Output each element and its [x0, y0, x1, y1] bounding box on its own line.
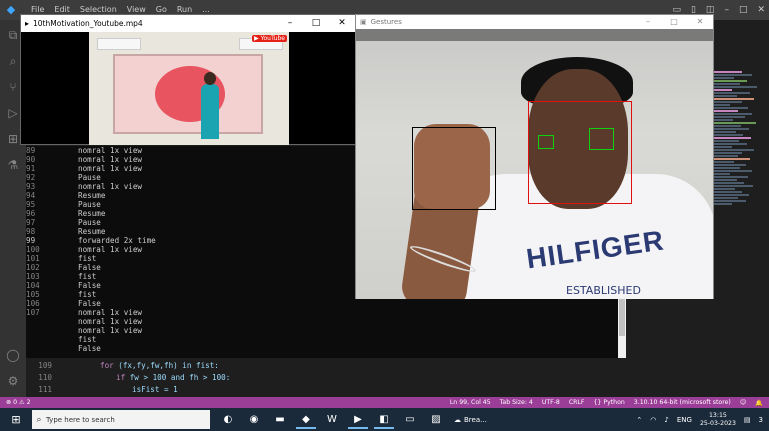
extensions-icon[interactable]: ⊞	[6, 132, 20, 146]
clock[interactable]: 13:15 25-03-2023	[700, 412, 736, 428]
language-mode[interactable]: {} Python	[594, 399, 625, 407]
notification-count: 3	[758, 415, 763, 424]
close-button[interactable]: ✕	[757, 5, 765, 15]
video-maximize-button[interactable]: □	[303, 15, 329, 32]
terminal-icon[interactable]: ▭	[400, 410, 420, 429]
word-icon[interactable]: W	[322, 410, 342, 429]
speaker-figure	[201, 72, 219, 139]
system-tray: ⌃ ◠ ♪ ENG 13:15 25-03-2023 ▤ 3	[636, 412, 763, 428]
video-minimize-button[interactable]: –	[277, 15, 303, 32]
aircon-image	[97, 38, 141, 50]
file-explorer-icon[interactable]: ▬	[270, 410, 290, 429]
weather-widget[interactable]: ☁ Brea...	[454, 416, 487, 424]
tab-size[interactable]: Tab Size: 4	[500, 399, 533, 407]
youtube-badge: ▶ YouTube	[252, 35, 287, 42]
stage-banner	[113, 54, 263, 134]
search-placeholder: Type here to search	[46, 415, 115, 424]
weather-icon: ☁	[454, 415, 461, 424]
terminal-row: nomral 1x view	[78, 317, 143, 326]
gestures-maximize-button[interactable]: □	[661, 15, 687, 29]
language-indicator[interactable]: ENG	[677, 416, 692, 424]
video-frame[interactable]: ▶ YouTube	[89, 32, 289, 145]
taskbar-apps: ◐ ◉ ▬ ◆ W ▶ ◧ ▭ ▨	[218, 410, 446, 429]
weather-text: Brea...	[464, 415, 487, 424]
python-icon[interactable]: ◧	[374, 410, 394, 429]
face-detection-box	[528, 101, 632, 204]
video-titlebar[interactable]: ▸ 10thMotivation_Youtube.mp4 – □ ✕	[21, 15, 355, 32]
vscode-icon[interactable]: ◆	[296, 410, 316, 429]
notification-center-icon[interactable]: ▤	[744, 416, 751, 424]
gestures-close-button[interactable]: ✕	[687, 15, 713, 29]
explorer-icon[interactable]: ⧉	[6, 28, 20, 42]
problems-indicator[interactable]: ⊗ 0 ⚠ 2	[6, 399, 31, 406]
code-editor[interactable]: 109 for (fx,fy,fw,fh) in fist: 110 if fw…	[26, 360, 626, 397]
media-player-icon[interactable]: ▶	[348, 410, 368, 429]
search-icon[interactable]: ⌕	[6, 54, 20, 68]
gestures-minimize-button[interactable]: –	[635, 15, 661, 29]
windows-start-icon[interactable]: ⊞	[6, 408, 26, 431]
gestures-title: Gestures	[370, 18, 402, 26]
notifications-icon[interactable]: 🔔	[755, 399, 763, 407]
eye-detection-box	[538, 135, 554, 149]
camera-feed: HILFIGER ESTABLISHED	[356, 29, 713, 299]
line-endings[interactable]: CRLF	[569, 399, 585, 407]
wifi-icon[interactable]: ◠	[650, 416, 656, 424]
video-app-icon: ▸	[25, 19, 30, 28]
taskbar-search[interactable]: ⌕ Type here to search	[32, 410, 210, 429]
video-close-button[interactable]: ✕	[329, 15, 355, 32]
encoding[interactable]: UTF-8	[542, 399, 560, 407]
taskbar: ⊞ ⌕ Type here to search ◐ ◉ ▬ ◆ W ▶ ◧ ▭ …	[0, 408, 769, 431]
testing-icon[interactable]: ⚗	[6, 158, 20, 172]
video-window[interactable]: ▸ 10thMotivation_Youtube.mp4 – □ ✕ ▶ You…	[20, 14, 356, 145]
terminal-row: False	[78, 344, 101, 353]
terminal-row: fist	[78, 335, 97, 344]
show-hidden-icons-icon[interactable]: ⌃	[636, 416, 642, 424]
source-control-icon[interactable]: ⑂	[6, 80, 20, 94]
vscode-logo-icon: ◆	[6, 3, 16, 16]
clock-time: 13:15	[709, 411, 727, 419]
clock-date: 25-03-2023	[699, 419, 736, 427]
maximize-button[interactable]: □	[739, 5, 748, 15]
status-bar: ⊗ 0 ⚠ 2 Ln 99, Col 45 Tab Size: 4 UTF-8 …	[0, 397, 769, 408]
code-line: 110 if fw > 100 and fh > 100:	[38, 373, 231, 382]
terminal-row: 106 False	[26, 299, 101, 308]
run-debug-icon[interactable]: ▷	[6, 106, 20, 120]
feedback-icon[interactable]: ☺	[740, 399, 746, 407]
code-line: 109 for (fx,fy,fw,fh) in fist:	[38, 361, 219, 370]
edge-icon[interactable]: ◐	[218, 410, 238, 429]
cursor-position[interactable]: Ln 99, Col 45	[450, 399, 491, 407]
minimap[interactable]	[712, 20, 769, 397]
minimize-button[interactable]: –	[724, 5, 729, 15]
fist-detection-box	[412, 127, 496, 210]
video-title: 10thMotivation_Youtube.mp4	[33, 19, 143, 28]
gestures-app-icon: ▣	[360, 18, 367, 26]
photos-icon[interactable]: ▨	[426, 410, 446, 429]
account-icon[interactable]: ◯	[6, 348, 20, 362]
shirt-subtext: ESTABLISHED	[566, 284, 641, 297]
volume-icon[interactable]: ♪	[664, 416, 668, 424]
terminal-row: nomral 1x view	[78, 326, 143, 335]
terminal-row: 107 nomral 1x view	[26, 308, 143, 317]
gestures-titlebar[interactable]: ▣ Gestures – □ ✕	[356, 15, 713, 29]
eye-detection-box	[589, 128, 614, 150]
settings-gear-icon[interactable]: ⚙	[6, 374, 20, 388]
chrome-icon[interactable]: ◉	[244, 410, 264, 429]
code-line: 111 isFist = 1	[38, 385, 178, 394]
gestures-window[interactable]: ▣ Gestures – □ ✕ HILFIGER ESTABLISHED	[355, 14, 714, 299]
python-interpreter[interactable]: 3.10.10 64-bit (microsoft store)	[634, 399, 731, 407]
search-icon: ⌕	[36, 414, 42, 425]
